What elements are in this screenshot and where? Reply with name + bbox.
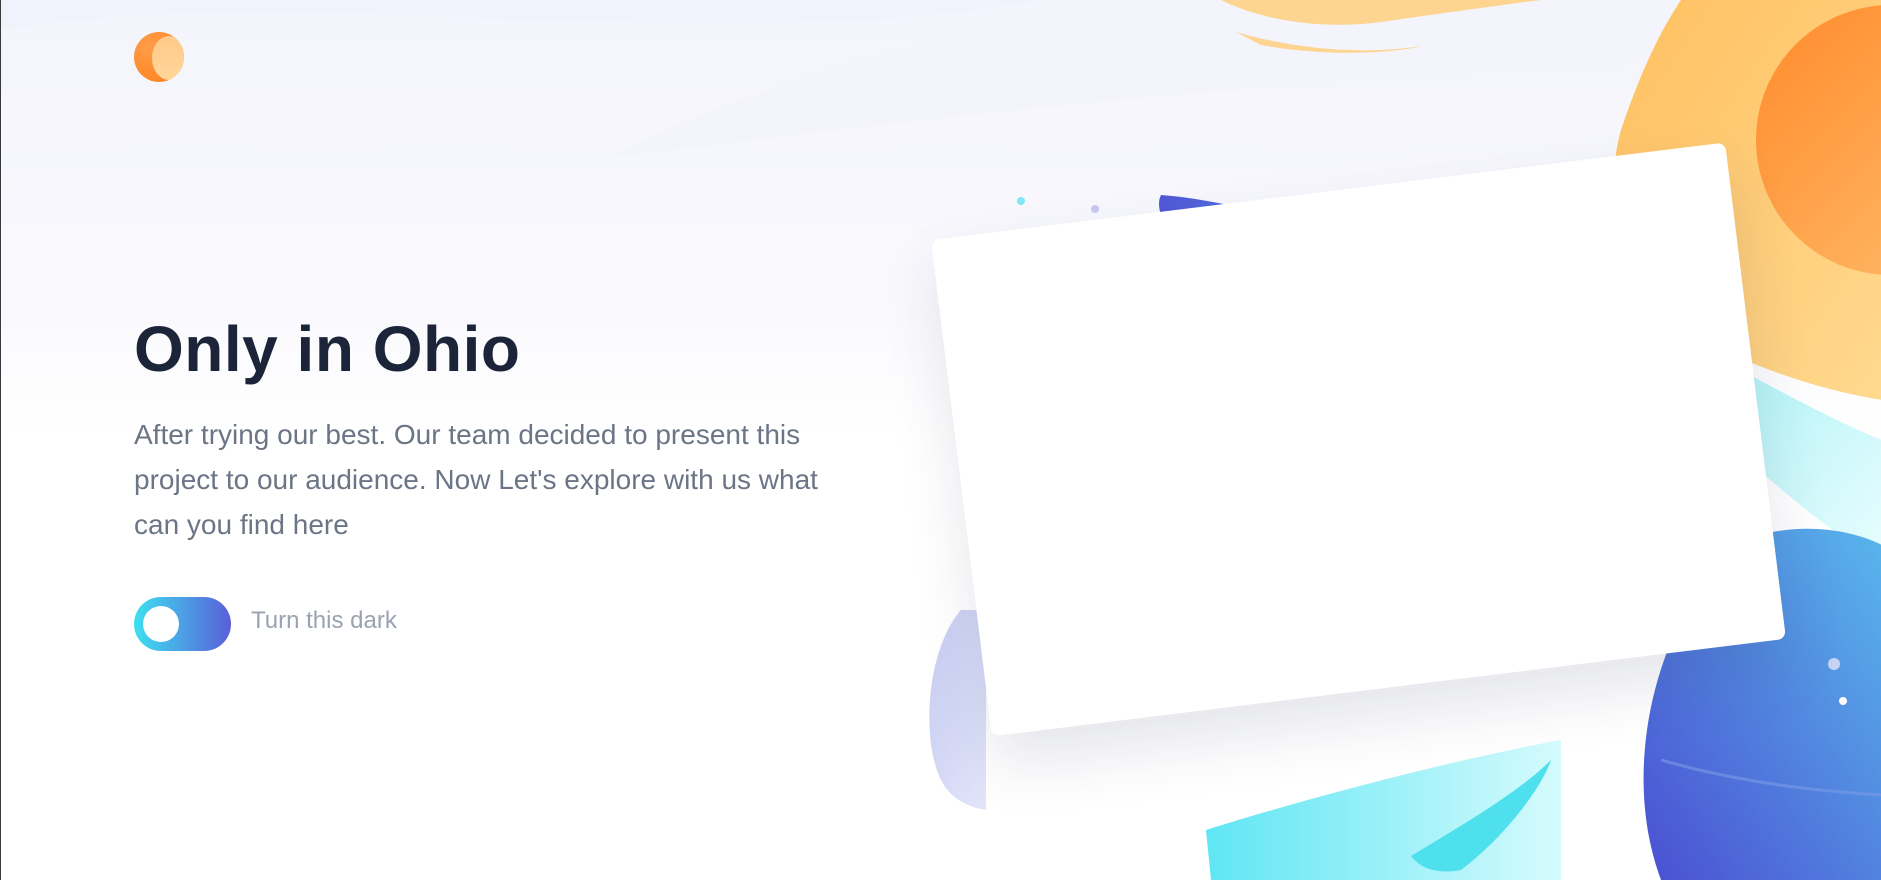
hero-description: After trying our best. Our team decided … [134, 419, 818, 540]
logo-crescent [152, 36, 184, 80]
page-title: Only in Ohio [134, 313, 521, 385]
orange-moon-logo-icon[interactable] [134, 32, 184, 82]
dark-mode-toggle-label: Turn this dark [251, 607, 397, 634]
toggle-knob [143, 606, 179, 642]
dark-mode-toggle[interactable] [134, 597, 231, 651]
preview-card [931, 142, 1786, 737]
landing-page: Only in Ohio After trying our best. Our … [0, 0, 1881, 880]
